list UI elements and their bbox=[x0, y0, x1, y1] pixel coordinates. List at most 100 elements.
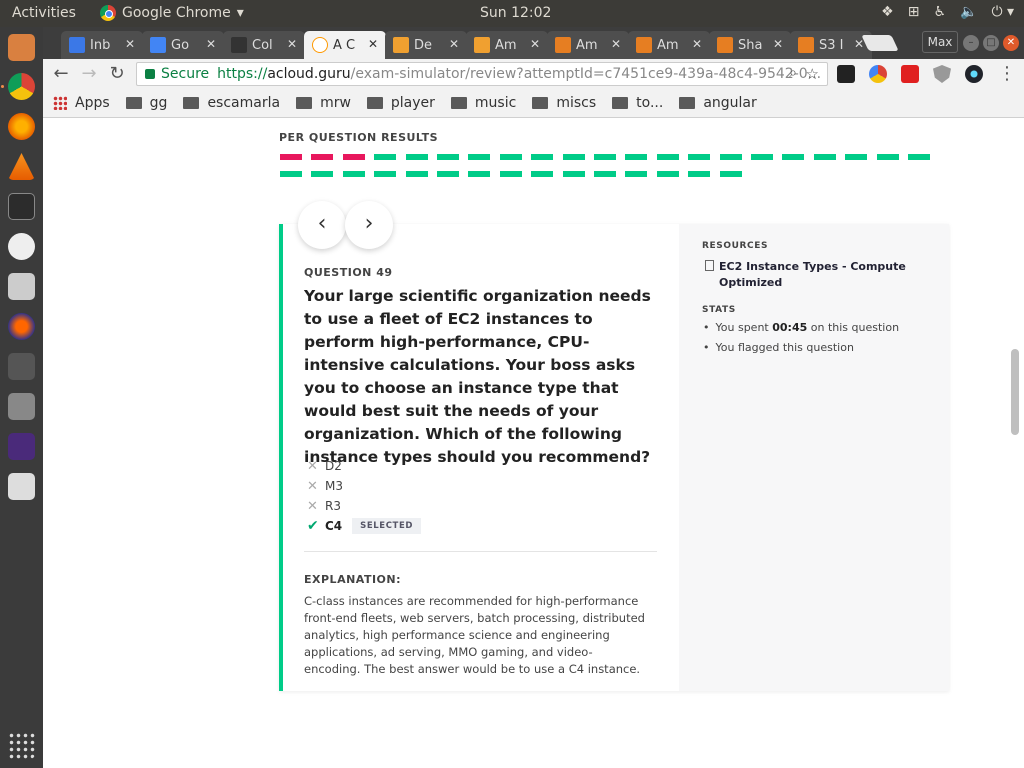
question-result-bar[interactable] bbox=[311, 154, 334, 160]
question-result-bar[interactable] bbox=[813, 154, 836, 160]
headphones-icon[interactable] bbox=[8, 313, 35, 340]
image-viewer-icon[interactable] bbox=[8, 473, 35, 500]
question-result-bar[interactable] bbox=[311, 171, 334, 177]
extension-k-icon[interactable] bbox=[837, 65, 855, 83]
close-icon[interactable]: ✕ bbox=[368, 37, 378, 51]
question-result-bar[interactable] bbox=[531, 154, 554, 160]
question-result-bar[interactable] bbox=[656, 154, 679, 160]
dropbox-icon[interactable]: ❖ bbox=[881, 4, 894, 20]
question-result-bar[interactable] bbox=[499, 171, 522, 177]
forward-icon[interactable]: → bbox=[77, 62, 101, 86]
tab-5[interactable]: Am ✕ bbox=[466, 31, 548, 59]
app-menu[interactable]: Google Chrome ▾ bbox=[100, 5, 244, 21]
menu-icon[interactable]: ⋮ bbox=[995, 62, 1019, 86]
extension-react-icon[interactable] bbox=[965, 65, 983, 83]
question-result-bar[interactable] bbox=[280, 171, 302, 177]
close-icon[interactable]: ✕ bbox=[773, 37, 783, 51]
scrollbar-thumb[interactable] bbox=[1011, 349, 1019, 435]
next-question-button[interactable]: › bbox=[345, 201, 393, 249]
bookmark-folder-angular[interactable]: angular bbox=[679, 95, 757, 111]
reload-icon[interactable]: ↻ bbox=[105, 62, 129, 86]
tab-6[interactable]: Am ✕ bbox=[547, 31, 629, 59]
accessibility-icon[interactable]: ♿ bbox=[933, 4, 946, 20]
bookmark-folder-player[interactable]: player bbox=[366, 95, 435, 111]
close-icon[interactable]: ✕ bbox=[125, 37, 135, 51]
question-result-bar[interactable] bbox=[342, 171, 365, 177]
back-icon[interactable]: ← bbox=[49, 62, 73, 86]
question-result-bar[interactable] bbox=[625, 171, 648, 177]
bookmark-apps[interactable]: Apps bbox=[53, 95, 110, 111]
close-window-icon[interactable]: ✕ bbox=[1003, 35, 1019, 51]
question-result-bar[interactable] bbox=[342, 154, 365, 160]
close-icon[interactable]: ✕ bbox=[206, 37, 216, 51]
zoom-icon[interactable]: ⌕ bbox=[789, 65, 797, 81]
tab-1[interactable]: Go ✕ bbox=[142, 31, 224, 59]
question-result-bar[interactable] bbox=[782, 154, 805, 160]
maximize-icon[interactable]: □ bbox=[983, 35, 999, 51]
question-result-bar[interactable] bbox=[468, 154, 491, 160]
question-result-bar[interactable] bbox=[719, 154, 742, 160]
question-result-bar[interactable] bbox=[876, 154, 899, 160]
bookmark-folder-mrw[interactable]: mrw bbox=[296, 95, 351, 111]
question-result-bar[interactable] bbox=[437, 154, 459, 160]
files-icon[interactable] bbox=[8, 34, 35, 61]
tab-7[interactable]: Am ✕ bbox=[628, 31, 710, 59]
close-icon[interactable]: ✕ bbox=[692, 37, 702, 51]
profile-button[interactable]: Max bbox=[922, 31, 958, 53]
software-updater-icon[interactable] bbox=[8, 233, 35, 260]
show-apps-icon[interactable] bbox=[8, 732, 35, 759]
terminal-icon[interactable] bbox=[8, 193, 35, 220]
question-result-bar[interactable] bbox=[845, 154, 868, 160]
previous-question-button[interactable]: ‹ bbox=[298, 201, 346, 249]
clock[interactable]: Sun 12:02 bbox=[480, 5, 551, 21]
install-icon[interactable] bbox=[8, 273, 35, 300]
activities-button[interactable]: Activities bbox=[12, 5, 76, 21]
question-result-bar[interactable] bbox=[405, 154, 428, 160]
question-result-bar[interactable] bbox=[562, 171, 585, 177]
tab-4[interactable]: De ✕ bbox=[385, 31, 467, 59]
bookmark-folder-gg[interactable]: gg bbox=[125, 95, 167, 111]
question-result-bar[interactable] bbox=[751, 154, 773, 160]
bookmark-folder-music[interactable]: music bbox=[450, 95, 516, 111]
app-n-icon[interactable] bbox=[8, 433, 35, 460]
tab-0[interactable]: Inb ✕ bbox=[61, 31, 143, 59]
question-result-bar[interactable] bbox=[656, 171, 679, 177]
bookmark-folder-miscs[interactable]: miscs bbox=[532, 95, 596, 111]
address-bar[interactable]: Secure https:// acloud.guru /exam-simula… bbox=[136, 62, 828, 86]
question-result-bar[interactable] bbox=[719, 171, 742, 177]
firefox-icon[interactable] bbox=[8, 113, 35, 140]
video-editor-icon[interactable] bbox=[8, 353, 35, 380]
question-result-bar[interactable] bbox=[688, 154, 711, 160]
tab-8[interactable]: Sha ✕ bbox=[709, 31, 791, 59]
question-result-bar[interactable] bbox=[594, 154, 616, 160]
extension-youtube-icon[interactable] bbox=[901, 65, 919, 83]
tab-3[interactable]: A C ✕ bbox=[304, 31, 386, 59]
tab-9[interactable]: S3 I ✕ bbox=[790, 31, 872, 59]
new-tab-button[interactable] bbox=[861, 35, 899, 51]
bookmark-folder-to[interactable]: to... bbox=[612, 95, 663, 111]
power-icon[interactable]: ⏻ ▾ bbox=[991, 4, 1014, 20]
question-result-bar[interactable] bbox=[594, 171, 616, 177]
question-result-bar[interactable] bbox=[437, 171, 459, 177]
close-icon[interactable]: ✕ bbox=[611, 37, 621, 51]
bookmark-folder-escamarla[interactable]: escamarla bbox=[183, 95, 280, 111]
question-result-bar[interactable] bbox=[405, 171, 428, 177]
question-result-bar[interactable] bbox=[625, 154, 648, 160]
question-result-bar[interactable] bbox=[531, 171, 554, 177]
bookmark-star-icon[interactable]: ☆ bbox=[806, 65, 819, 83]
question-result-bar[interactable] bbox=[374, 171, 397, 177]
close-icon[interactable]: ✕ bbox=[530, 37, 540, 51]
settings-tools-icon[interactable] bbox=[8, 393, 35, 420]
extension-chart-icon[interactable] bbox=[869, 65, 887, 83]
resource-link[interactable]: EC2 Instance Types - Compute Optimized bbox=[705, 259, 915, 291]
system-tray[interactable]: ❖ ⊞ ♿ 🔈 ⏻ ▾ bbox=[881, 4, 1014, 20]
question-result-bar[interactable] bbox=[374, 154, 397, 160]
question-result-bar[interactable] bbox=[280, 154, 302, 160]
chrome-icon[interactable] bbox=[8, 73, 35, 100]
close-icon[interactable]: ✕ bbox=[449, 37, 459, 51]
question-result-bar[interactable] bbox=[688, 171, 711, 177]
question-result-bar[interactable] bbox=[908, 154, 930, 160]
close-icon[interactable]: ✕ bbox=[287, 37, 297, 51]
question-result-bar[interactable] bbox=[499, 154, 522, 160]
tab-2[interactable]: Col ✕ bbox=[223, 31, 305, 59]
